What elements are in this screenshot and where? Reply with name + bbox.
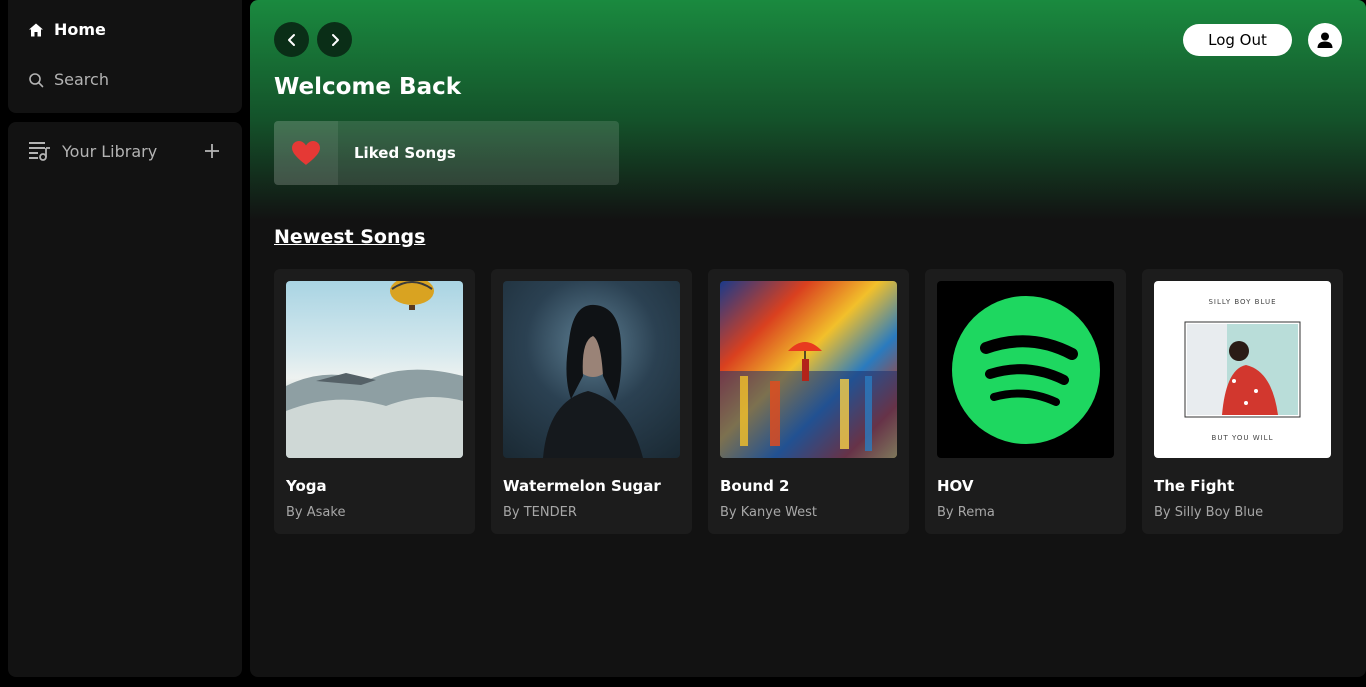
home-icon <box>28 22 44 38</box>
plus-icon[interactable] <box>201 140 223 162</box>
user-icon <box>1316 31 1334 49</box>
song-title: Bound 2 <box>720 477 790 495</box>
liked-songs-art <box>274 121 338 185</box>
section-title[interactable]: Newest Songs <box>274 226 425 248</box>
library-icon <box>28 140 52 162</box>
song-artist: By Rema <box>937 505 995 520</box>
song-artist: By TENDER <box>503 505 577 520</box>
song-card[interactable]: Bound 2 By Kanye West <box>708 269 909 534</box>
spotify-logo-icon <box>951 295 1100 444</box>
song-title: Watermelon Sugar <box>503 477 661 495</box>
avatar-button[interactable] <box>1308 23 1342 57</box>
main-content: Log Out Welcome Back Liked Songs Newest … <box>250 0 1366 677</box>
album-art: SILLY BOY BLUE BUT YOU WILL <box>1154 281 1331 458</box>
nav-search[interactable]: Search <box>28 70 109 89</box>
song-artist: By Asake <box>286 505 346 520</box>
library-panel: Your Library <box>8 122 242 677</box>
nav-home[interactable]: Home <box>28 20 106 39</box>
nav-home-label: Home <box>54 20 106 39</box>
chevron-right-icon <box>328 33 342 47</box>
song-title: The Fight <box>1154 477 1235 495</box>
nav-search-label: Search <box>54 70 109 89</box>
song-card[interactable]: Yoga By Asake <box>274 269 475 534</box>
logout-button[interactable]: Log Out <box>1183 24 1292 56</box>
nav-panel: Home Search <box>8 0 242 113</box>
song-title: Yoga <box>286 477 327 495</box>
album-text-bottom: BUT YOU WILL <box>1212 434 1274 442</box>
song-card[interactable]: Watermelon Sugar By TENDER <box>491 269 692 534</box>
search-icon <box>28 72 44 88</box>
album-art <box>720 281 897 458</box>
song-card[interactable]: SILLY BOY BLUE BUT YOU WILL The Fight By… <box>1142 269 1343 534</box>
heart-icon <box>291 140 321 166</box>
library-label: Your Library <box>62 141 158 161</box>
liked-songs-label: Liked Songs <box>354 144 456 162</box>
chevron-left-icon <box>285 33 299 47</box>
library-button[interactable]: Your Library <box>28 140 157 162</box>
song-card[interactable]: HOV By Rema <box>925 269 1126 534</box>
album-text-top: SILLY BOY BLUE <box>1208 298 1276 306</box>
back-button[interactable] <box>274 22 309 57</box>
song-artist: By Kanye West <box>720 505 818 520</box>
liked-songs-tile[interactable]: Liked Songs <box>274 121 619 185</box>
forward-button[interactable] <box>317 22 352 57</box>
song-title: HOV <box>937 477 974 495</box>
song-artist: By Silly Boy Blue <box>1154 505 1264 520</box>
album-art <box>503 281 680 458</box>
page-title: Welcome Back <box>274 74 462 100</box>
album-art <box>937 281 1114 458</box>
song-list: Yoga By Asake Watermelon Sugar By TENDER <box>274 269 1343 534</box>
album-art <box>286 281 463 458</box>
